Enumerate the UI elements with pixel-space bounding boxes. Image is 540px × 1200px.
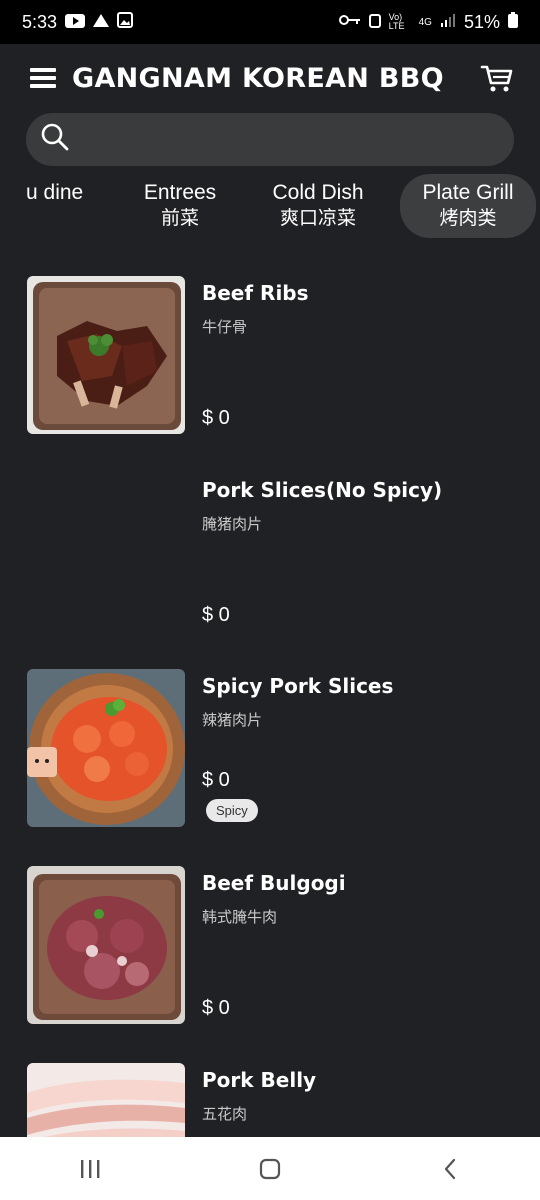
home-icon[interactable] [250,1154,290,1184]
recent-apps-icon[interactable] [70,1154,110,1184]
app-header: GANGNAM KOREAN BBQ [0,44,540,112]
item-name: Pork Belly [202,1068,317,1092]
item-name-zh: 辣猪肉片 [202,712,263,729]
menu-item[interactable]: Pork Slices(No Spicy) 腌猪肉片 $ 0 [0,473,540,633]
security-icon [368,12,381,33]
tab-entrees[interactable]: Entrees 前菜 [138,174,222,238]
menu-item[interactable]: Beef Ribs 牛仔骨 $ 0 [0,276,540,436]
tab-label-zh: 烤肉类 [439,208,497,229]
tab-label-en: Cold Dish [272,181,364,204]
spicy-pork-image [27,669,185,827]
page-title: GANGNAM KOREAN BBQ [72,62,444,94]
menu-item[interactable]: Beef Bulgogi 韩式腌牛肉 $ 0 [0,866,540,1026]
category-tabs: u dine Entrees 前菜 Cold Dish 爽口凉菜 Plate G… [0,172,540,238]
tab-label-zh: 爽口凉菜 [279,208,356,229]
hamburger-menu-icon[interactable] [30,68,56,88]
shopping-cart-icon[interactable] [480,61,514,95]
item-name: Spicy Pork Slices [202,674,394,698]
tab-label-en: Entrees [143,181,217,204]
tab-label-en: Plate Grill [422,181,514,204]
status-time: 5:33 [22,11,58,32]
tab-cold-dish[interactable]: Cold Dish 爽口凉菜 [266,174,370,238]
app-notification-icon [91,12,111,33]
signal-icon [440,13,456,32]
status-bar: 5:33 Vo) LTE 4G 51% [0,0,540,44]
item-name: Beef Ribs [202,281,309,305]
item-price: $ 0 [202,604,230,626]
tab-plate-grill[interactable]: Plate Grill 烤肉类 [400,174,536,238]
search-icon [40,122,70,157]
item-price: $ 0 [202,407,230,429]
search-bar[interactable] [26,113,514,166]
item-name: Pork Slices(No Spicy) [202,478,443,502]
battery-icon [508,11,518,33]
network-label: Vo) LTE [388,12,405,31]
vpn-key-icon [338,13,361,31]
item-name-zh: 牛仔骨 [202,319,248,336]
item-name-zh: 五花肉 [202,1106,248,1123]
beef-ribs-image [27,276,185,434]
item-image-placeholder [27,473,185,631]
menu-item[interactable]: Spicy Pork Slices 辣猪肉片 $ 0 Spicy [0,669,540,829]
item-name-zh: 韩式腌牛肉 [202,909,278,926]
youtube-notification-icon [65,12,86,33]
item-name-zh: 腌猪肉片 [202,516,263,533]
gallery-notification-icon [117,11,134,33]
tab-label-zh: 前菜 [160,208,199,229]
tab-label-en: u dine [26,181,84,204]
system-nav-bar [0,1137,540,1200]
item-price: $ 0 [202,997,230,1019]
beef-bulgogi-image [27,866,185,1024]
back-icon[interactable] [430,1154,470,1184]
status-right: Vo) LTE 4G 51% [338,11,518,33]
tab-dine[interactable]: u dine [26,174,83,238]
battery-percent: 51% [463,11,500,32]
search-input[interactable] [82,129,482,150]
item-name: Beef Bulgogi [202,871,346,895]
spicy-badge: Spicy [206,799,258,822]
network-gen: 4G [418,16,432,28]
item-price: $ 0 [202,769,230,791]
